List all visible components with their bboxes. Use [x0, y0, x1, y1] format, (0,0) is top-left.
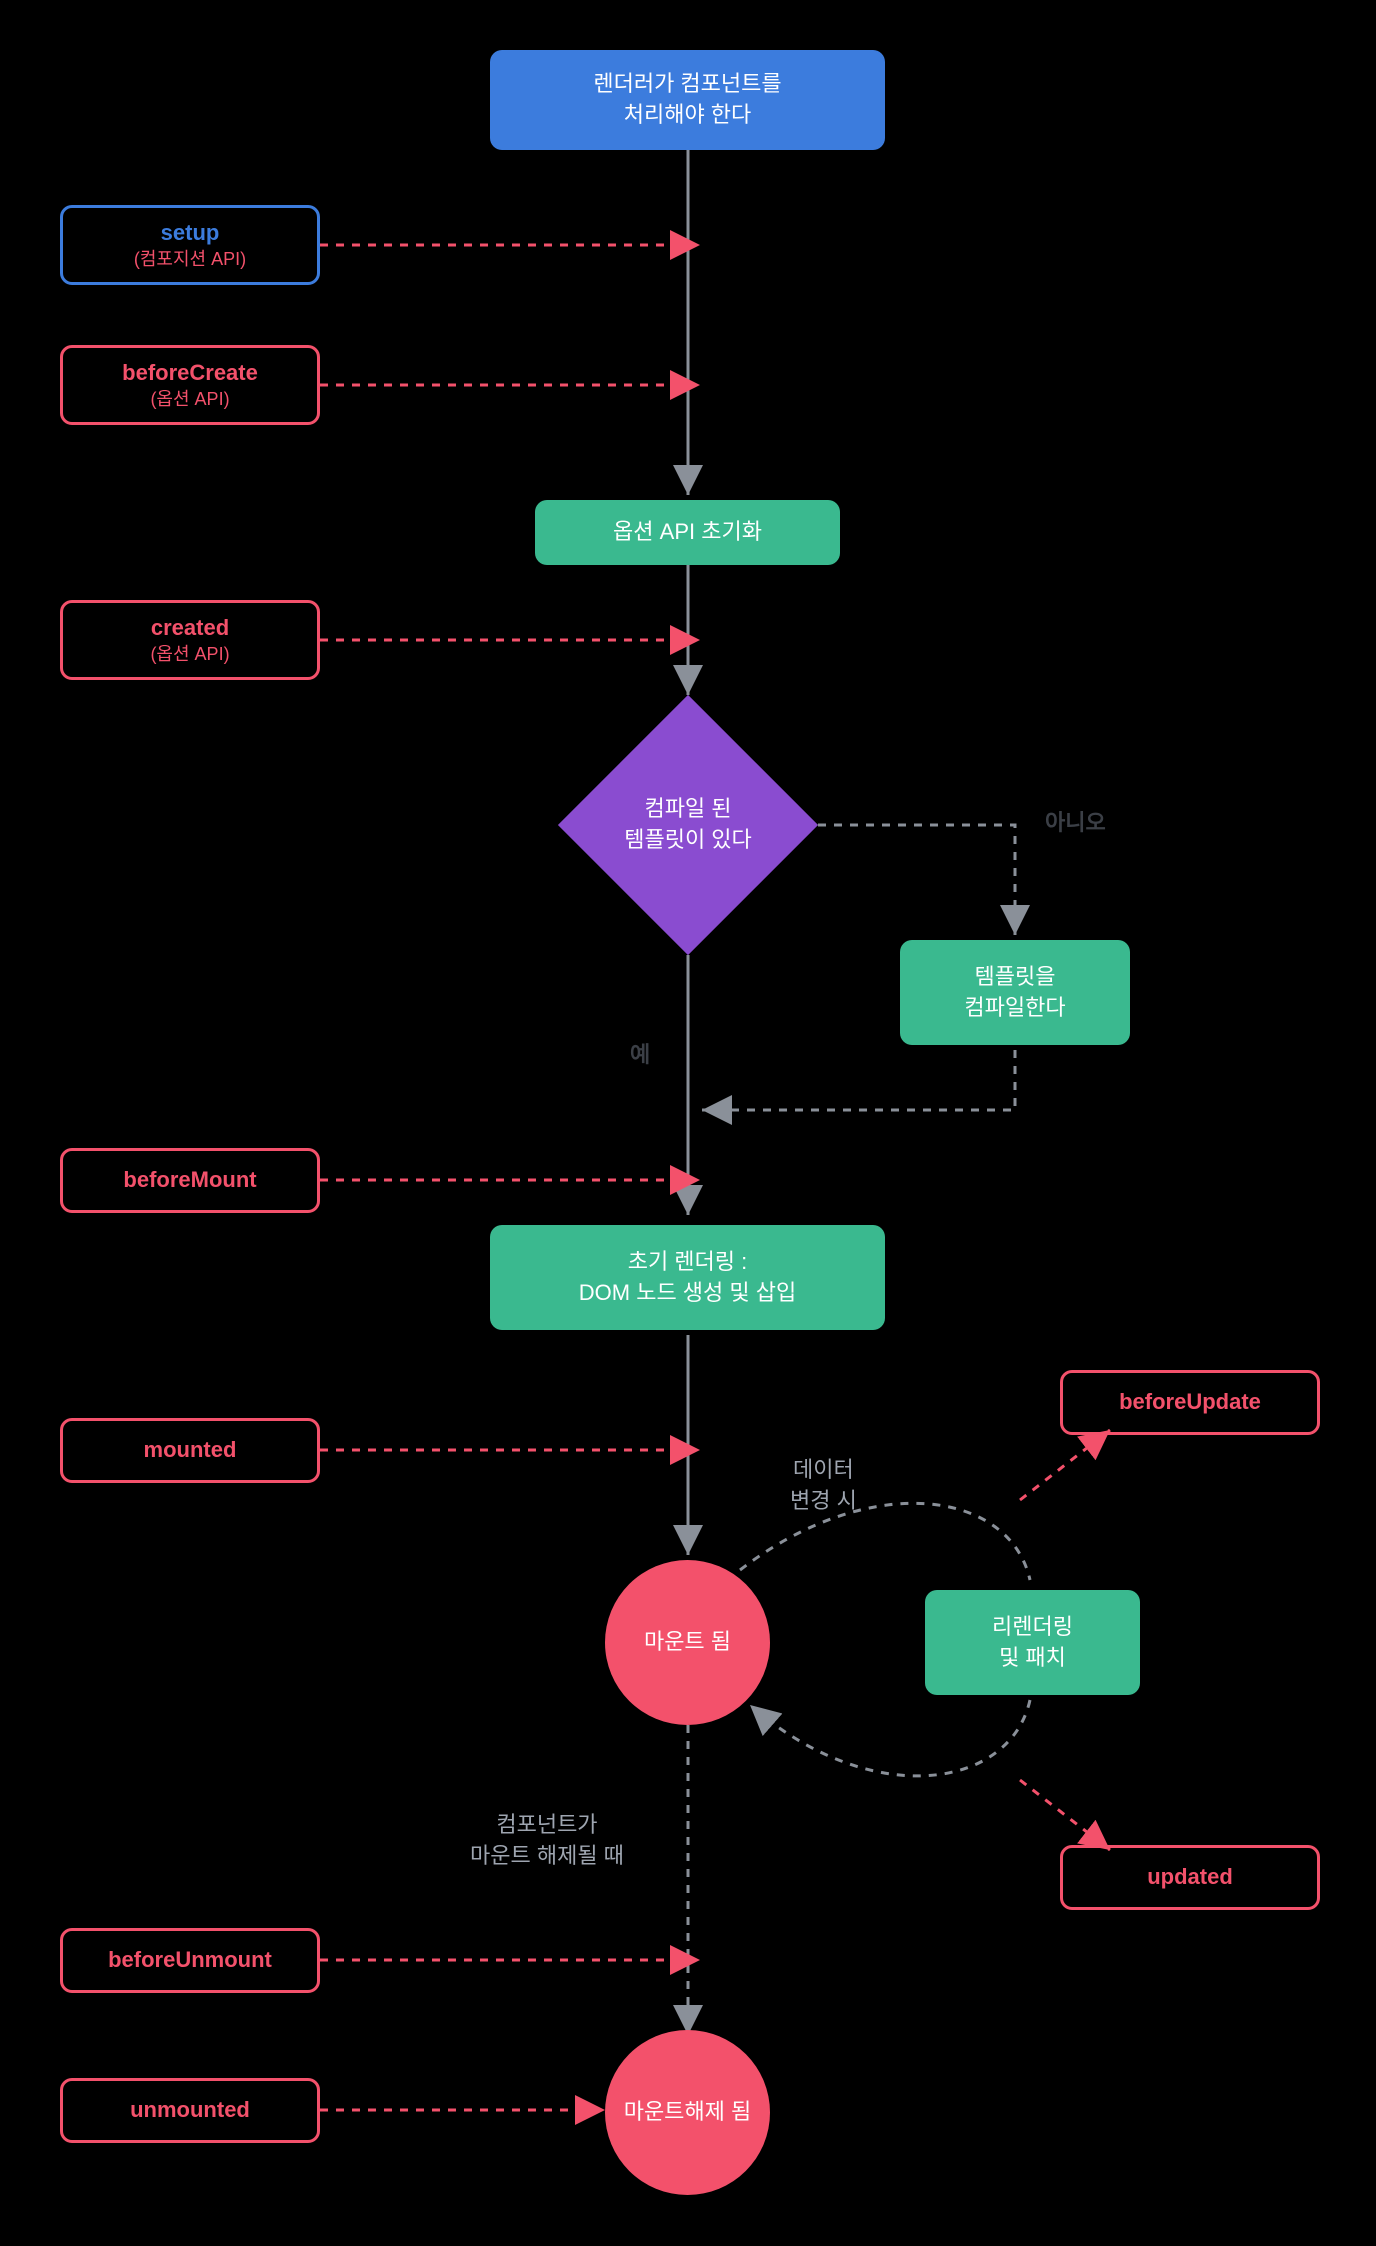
node-compile-line1: 템플릿을 — [975, 962, 1056, 993]
node-init-label: 옵션 API 초기화 — [613, 517, 762, 548]
node-render-line2: DOM 노드 생성 및 삽입 — [579, 1278, 796, 1309]
node-rerender-line2: 및 패치 — [999, 1643, 1066, 1674]
node-render-line1: 초기 렌더링 : — [628, 1247, 748, 1278]
node-compile: 템플릿을 컴파일한다 — [900, 940, 1130, 1045]
hook-before-mount-title: beforeMount — [123, 1166, 256, 1195]
node-initial-render: 초기 렌더링 : DOM 노드 생성 및 삽입 — [490, 1225, 885, 1330]
hook-before-create-sub: (옵션 API) — [150, 388, 229, 411]
edge-label-data-change: 데이터 변경 시 — [790, 1455, 857, 1517]
hook-setup-sub: (컴포지션 API) — [134, 248, 246, 271]
hook-before-create-title: beforeCreate — [122, 359, 258, 388]
node-unmounted-line2: 해제 됨 — [684, 2097, 751, 2128]
hook-created-sub: (옵션 API) — [150, 643, 229, 666]
node-unmounted-line1: 마운트 — [624, 2097, 685, 2128]
hook-before-update-title: beforeUpdate — [1119, 1388, 1261, 1417]
hook-created: created (옵션 API) — [60, 600, 320, 680]
hook-before-unmount: beforeUnmount — [60, 1928, 320, 1993]
hook-unmounted-title: unmounted — [130, 2096, 250, 2125]
hook-unmounted: unmounted — [60, 2078, 320, 2143]
node-compile-line2: 컴파일한다 — [964, 993, 1065, 1024]
edge-label-no: 아니오 — [1045, 808, 1106, 839]
diamond-line1: 컴파일 된 — [644, 796, 731, 821]
node-start-line1: 렌더러가 컴포넌트를 — [593, 69, 781, 100]
hook-before-mount: beforeMount — [60, 1148, 320, 1213]
node-decision-compiled: 컴파일 된 템플릿이 있다 — [558, 695, 818, 955]
diamond-line2: 템플릿이 있다 — [624, 827, 752, 852]
hook-before-unmount-title: beforeUnmount — [108, 1946, 272, 1975]
hook-created-title: created — [151, 614, 229, 643]
hook-setup: setup (컴포지션 API) — [60, 205, 320, 285]
node-start-line2: 처리해야 한다 — [624, 100, 752, 131]
edge-label-yes: 예 — [630, 1040, 650, 1071]
hook-before-create: beforeCreate (옵션 API) — [60, 345, 320, 425]
node-mounted: 마운트 됨 — [605, 1560, 770, 1725]
node-rerender: 리렌더링 및 패치 — [925, 1590, 1140, 1695]
hook-mounted-title: mounted — [144, 1436, 237, 1465]
node-mounted-label: 마운트 됨 — [644, 1627, 731, 1658]
node-init: 옵션 API 초기화 — [535, 500, 840, 565]
node-unmounted: 마운트 해제 됨 — [605, 2030, 770, 2195]
node-start: 렌더러가 컴포넌트를 처리해야 한다 — [490, 50, 885, 150]
hook-setup-title: setup — [161, 219, 220, 248]
hook-updated: updated — [1060, 1845, 1320, 1910]
hook-mounted: mounted — [60, 1418, 320, 1483]
node-rerender-line1: 리렌더링 — [992, 1612, 1073, 1643]
hook-before-update: beforeUpdate — [1060, 1370, 1320, 1435]
hook-updated-title: updated — [1147, 1863, 1233, 1892]
edge-label-unmount: 컴포넌트가 마운트 해제될 때 — [470, 1810, 624, 1872]
